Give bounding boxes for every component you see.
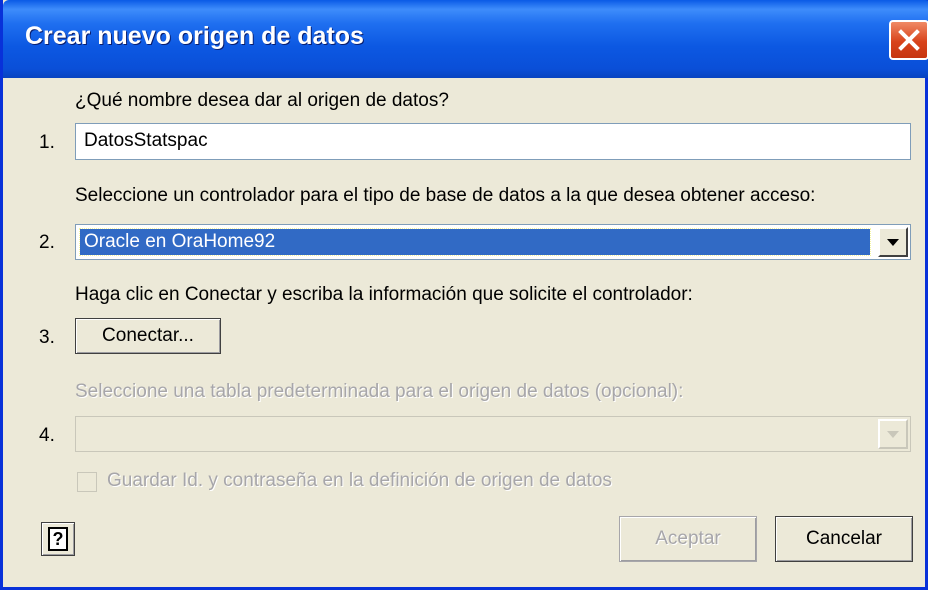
step1-prompt: ¿Qué nombre desea dar al origen de datos… <box>75 90 449 111</box>
step3-prompt: Haga clic en Conectar y escriba la infor… <box>75 284 693 305</box>
close-icon <box>898 29 920 51</box>
help-icon: ? <box>48 527 68 551</box>
step2-number: 2. <box>39 232 55 253</box>
default-table-select <box>75 416 911 452</box>
chevron-down-icon <box>887 431 899 438</box>
window-title: Crear nuevo origen de datos <box>25 22 364 50</box>
dialog-window: Crear nuevo origen de datos ¿Qué nombre … <box>0 0 928 590</box>
save-credentials-label: Guardar Id. y contraseña en la definició… <box>107 470 612 491</box>
connect-button[interactable]: Conectar... <box>75 318 221 354</box>
step3-number: 3. <box>39 327 55 348</box>
datasource-name-input[interactable]: DatosStatspac <box>75 123 911 160</box>
title-bar[interactable]: Crear nuevo origen de datos <box>3 0 928 78</box>
save-credentials-checkbox[interactable] <box>77 472 97 492</box>
accept-button[interactable]: Aceptar <box>619 516 757 562</box>
driver-select[interactable]: Oracle en OraHome92 <box>75 224 911 260</box>
table-dropdown-button <box>878 419 908 449</box>
step1-number: 1. <box>39 132 55 153</box>
driver-dropdown-button[interactable] <box>878 227 908 257</box>
step4-number: 4. <box>39 425 55 446</box>
step2-prompt: Seleccione un controlador para el tipo d… <box>75 185 816 206</box>
close-button[interactable] <box>889 20 928 60</box>
help-button[interactable]: ? <box>41 522 75 556</box>
chevron-down-icon <box>887 239 899 246</box>
cancel-button[interactable]: Cancelar <box>775 516 913 562</box>
step4-prompt: Seleccione una tabla predeterminada para… <box>75 381 684 402</box>
driver-select-value: Oracle en OraHome92 <box>79 228 871 256</box>
